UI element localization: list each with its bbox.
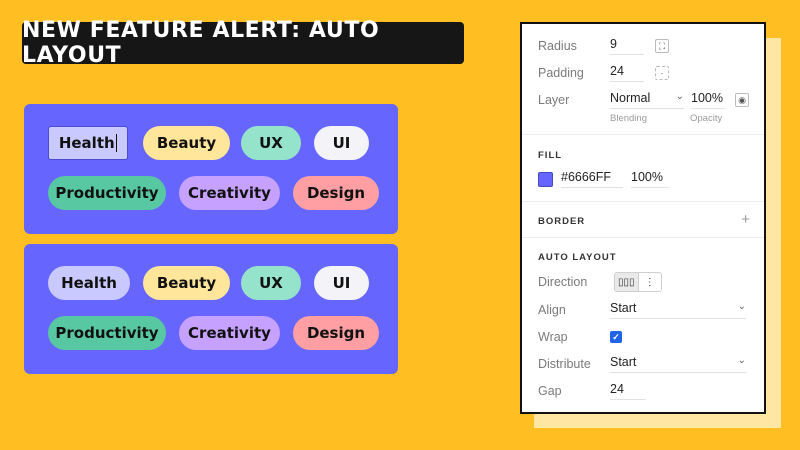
divider: [522, 201, 764, 202]
chip-ui[interactable]: UI: [314, 266, 369, 300]
text-cursor: [115, 134, 118, 152]
chip-ux[interactable]: UX: [241, 266, 301, 300]
padding-input[interactable]: 24: [610, 64, 644, 82]
chip-design[interactable]: Design: [293, 316, 379, 350]
chip-ux[interactable]: UX: [241, 126, 301, 160]
chip-beauty[interactable]: Beauty: [143, 266, 230, 300]
auto-layout-frame[interactable]: Health Beauty UX UI Productivity Creativ…: [24, 104, 398, 234]
chip-creativity[interactable]: Creativity: [179, 316, 280, 350]
fill-hex-input[interactable]: #6666FF: [561, 170, 623, 188]
fill-heading: FILL: [538, 150, 563, 161]
chip-ui[interactable]: UI: [314, 126, 369, 160]
distribute-row: Distribute Start ⌄: [538, 355, 746, 373]
align-select[interactable]: Start ⌄: [610, 301, 746, 319]
wrap-checkbox[interactable]: ✓: [610, 331, 622, 343]
gap-input[interactable]: 24: [610, 382, 646, 400]
chip-beauty[interactable]: Beauty: [143, 126, 230, 160]
fill-color-swatch[interactable]: [538, 171, 553, 187]
chevron-down-icon: ⌄: [737, 355, 746, 366]
chip-creativity[interactable]: Creativity: [179, 176, 280, 210]
align-row: Align Start ⌄: [538, 301, 746, 319]
opacity-input[interactable]: 100%: [691, 91, 725, 109]
feature-banner: NEW FEATURE ALERT: AUTO LAYOUT: [22, 18, 464, 68]
chevron-down-icon: ⌄: [737, 301, 746, 312]
auto-layout-heading: AUTO LAYOUT: [538, 252, 617, 263]
horizontal-icon[interactable]: ▯▯▯: [615, 273, 639, 291]
padding-row: Padding 24: [538, 62, 750, 84]
wrap-row: Wrap ✓: [538, 326, 750, 348]
padding-icon[interactable]: ·: [655, 66, 669, 80]
radius-input[interactable]: 9: [610, 37, 644, 55]
gap-row: Gap 24: [538, 380, 750, 402]
fill-opacity-input[interactable]: 100%: [631, 170, 669, 188]
divider: [522, 134, 764, 135]
direction-toggle[interactable]: ▯▯▯ ⋮: [614, 272, 662, 292]
properties-panel: Radius 9 ⛶ Padding 24 · Layer Normal ⌄ 1…: [520, 22, 766, 414]
distribute-select[interactable]: Start ⌄: [610, 355, 746, 373]
fill-row: #6666FF 100%: [538, 168, 750, 190]
chip-health[interactable]: Health: [48, 266, 130, 300]
add-border-button[interactable]: +: [741, 211, 750, 228]
banner-title: NEW FEATURE ALERT: AUTO LAYOUT: [22, 18, 380, 68]
divider: [522, 237, 764, 238]
chip-productivity[interactable]: Productivity: [48, 316, 166, 350]
chip-productivity[interactable]: Productivity: [48, 176, 166, 210]
layer-row: Layer Normal ⌄ 100%: [538, 89, 750, 111]
corner-radius-icon[interactable]: ⛶: [655, 39, 669, 53]
chip-design[interactable]: Design: [293, 176, 379, 210]
auto-layout-frame-copy[interactable]: Health Beauty UX UI Productivity Creativ…: [24, 244, 398, 374]
radius-row: Radius 9: [538, 35, 750, 57]
border-heading: BORDER: [538, 216, 586, 227]
vertical-icon[interactable]: ⋮: [639, 273, 662, 291]
chip-health[interactable]: Health: [48, 126, 128, 160]
blending-select[interactable]: Normal ⌄: [610, 91, 684, 109]
eye-icon[interactable]: ◉: [735, 93, 749, 107]
chevron-down-icon: ⌄: [675, 91, 684, 102]
